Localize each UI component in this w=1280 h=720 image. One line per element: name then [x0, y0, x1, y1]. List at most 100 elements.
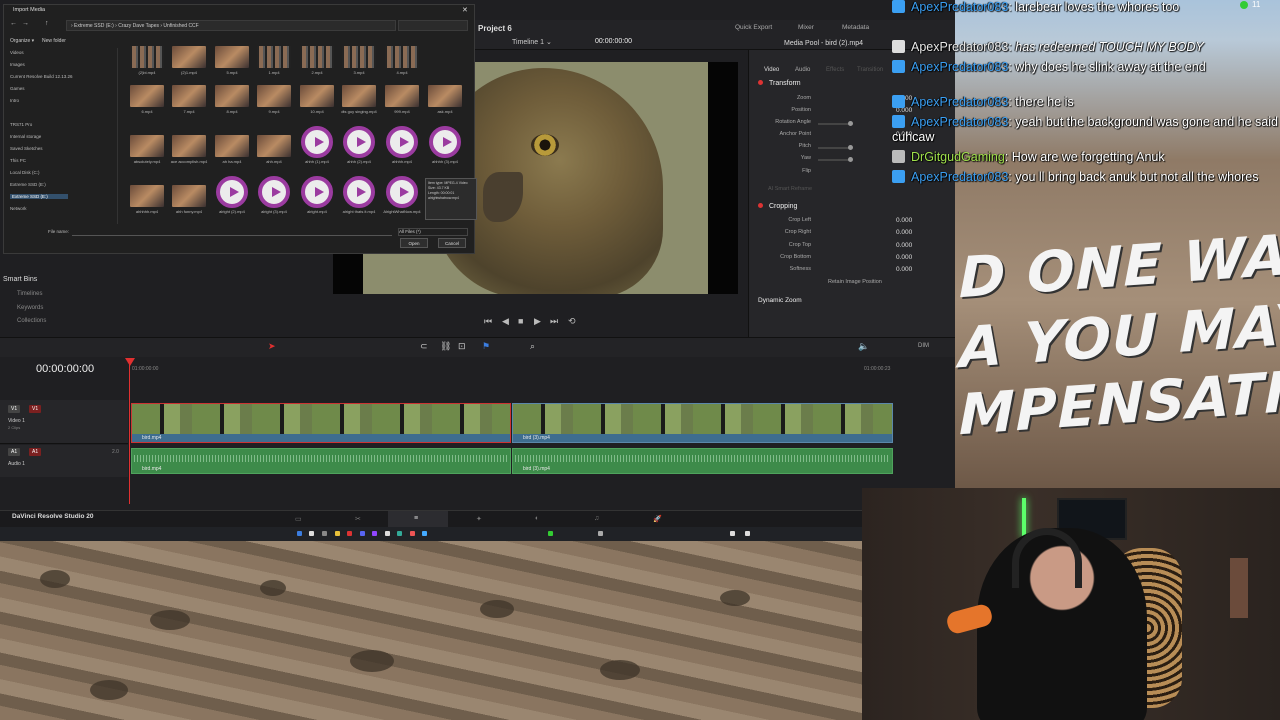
- video-thumbnail[interactable]: [385, 85, 419, 107]
- audio-file-icon[interactable]: [258, 176, 290, 208]
- slider-knob[interactable]: [848, 157, 853, 162]
- prop-value[interactable]: 0.000: [896, 254, 912, 261]
- prop-crop-top[interactable]: Crop Top 0.000: [756, 242, 951, 252]
- resolve-taskbar-icon[interactable]: [598, 531, 603, 536]
- tab-effects[interactable]: Effects: [826, 67, 844, 73]
- file-name[interactable]: (2)1.mp4: [169, 70, 209, 75]
- file-name[interactable]: alright thats it.mp4: [339, 209, 379, 214]
- audio-file-icon[interactable]: [343, 126, 375, 158]
- address-bar[interactable]: › Extreme SSD (E:) › Crazy Dave Tapes › …: [66, 20, 396, 31]
- video-thumbnail[interactable]: [172, 185, 206, 207]
- open-button[interactable]: Open: [400, 238, 428, 248]
- video-thumbnail[interactable]: [342, 85, 376, 107]
- chat-username[interactable]: ApexPredator083: [911, 115, 1008, 129]
- video-thumbnail[interactable]: [257, 46, 291, 68]
- file-name[interactable]: 999.mp4: [382, 109, 422, 114]
- video-thumbnail[interactable]: [215, 85, 249, 107]
- chat-username[interactable]: ApexPredator083: [911, 170, 1008, 184]
- transform-section[interactable]: Transform: [758, 80, 801, 87]
- up-icon[interactable]: ↑: [45, 20, 49, 27]
- color-page-icon[interactable]: ◐: [535, 515, 539, 522]
- file-name[interactable]: ah ha.mp4: [212, 159, 252, 164]
- fusion-page-icon[interactable]: ✦: [476, 515, 482, 523]
- slider-knob[interactable]: [848, 121, 853, 126]
- app-icon[interactable]: [410, 531, 415, 536]
- video-thumbnail[interactable]: [215, 135, 249, 157]
- chat-username[interactable]: DrGitgudGaming: [911, 150, 1005, 164]
- audio-file-icon[interactable]: [301, 126, 333, 158]
- nav-item[interactable]: This PC: [10, 158, 26, 163]
- smart-bin-timelines[interactable]: Timelines: [17, 291, 42, 297]
- slider-knob[interactable]: [848, 145, 853, 150]
- prop-softness[interactable]: Softness 0.000: [756, 266, 951, 276]
- file-name[interactable]: 1.mp4: [254, 70, 294, 75]
- prop-slider[interactable]: [818, 123, 852, 125]
- video-thumbnail[interactable]: [342, 46, 376, 68]
- nav-item[interactable]: Network: [10, 206, 27, 211]
- chat-username[interactable]: ApexPredator083: [911, 95, 1008, 109]
- file-name[interactable]: 2.mp4: [297, 70, 337, 75]
- video-thumbnail[interactable]: [300, 46, 334, 68]
- video-thumbnail[interactable]: [130, 46, 164, 68]
- close-icon[interactable]: ✕: [462, 6, 468, 14]
- dim-button[interactable]: DIM: [918, 343, 929, 349]
- nav-item[interactable]: Intro: [10, 98, 19, 103]
- explorer-icon[interactable]: [335, 531, 340, 536]
- audio-file-icon[interactable]: [386, 176, 418, 208]
- file-name[interactable]: (2)bi.mp4: [127, 70, 167, 75]
- video-clip[interactable]: bird (3).mp4: [512, 403, 893, 443]
- zoom-icon[interactable]: ⌕: [530, 341, 535, 352]
- track-badge[interactable]: A1: [8, 448, 21, 456]
- audio-file-icon[interactable]: [216, 176, 248, 208]
- video-thumbnail[interactable]: [385, 46, 419, 68]
- file-name[interactable]: AlrightWhatNow.mp4: [382, 209, 422, 214]
- file-name[interactable]: 4.mp4: [382, 70, 422, 75]
- start-icon[interactable]: [297, 531, 302, 536]
- flag-icon[interactable]: ⚑: [482, 341, 490, 352]
- video-thumbnail[interactable]: [130, 85, 164, 107]
- volume-icon[interactable]: 🔈: [858, 341, 869, 352]
- loop-icon[interactable]: ⟲: [568, 316, 576, 327]
- tab-transition[interactable]: Transition: [857, 67, 883, 73]
- prop-value[interactable]: 0.000: [896, 242, 912, 249]
- cut-page-icon[interactable]: ✂: [355, 515, 361, 523]
- enable-dot-icon[interactable]: [758, 203, 763, 208]
- quick-export-button[interactable]: Quick Export: [735, 24, 772, 31]
- audio-clip[interactable]: bird.mp4: [131, 448, 511, 474]
- track-badge[interactable]: V1: [8, 405, 21, 413]
- playhead-handle[interactable]: [125, 358, 135, 366]
- file-name[interactable]: ahhh (2).mp4: [339, 159, 379, 164]
- file-name[interactable]: 10.mp4: [297, 109, 337, 114]
- prop-crop-bottom[interactable]: Crop Bottom 0.000: [756, 254, 951, 264]
- playhead[interactable]: [129, 360, 130, 504]
- nav-item[interactable]: Videos: [10, 50, 24, 55]
- nav-item[interactable]: Local Disk (C:): [10, 170, 40, 175]
- nav-item[interactable]: Current Resolve Build 12.13.26: [10, 74, 73, 79]
- timeline-selector[interactable]: Timeline 1 ⌄: [512, 38, 552, 46]
- cancel-button[interactable]: Cancel: [438, 238, 466, 248]
- discord-icon[interactable]: [360, 531, 365, 536]
- audio-file-icon[interactable]: [343, 176, 375, 208]
- chrome-icon[interactable]: [347, 531, 352, 536]
- filename-input[interactable]: [72, 228, 392, 236]
- snapping-icon[interactable]: ⊂: [420, 341, 428, 352]
- fairlight-page-icon[interactable]: ♫: [594, 515, 599, 522]
- prop-crop-left[interactable]: Crop Left 0.000: [756, 217, 951, 227]
- app-icon[interactable]: [422, 531, 427, 536]
- video-thumbnail[interactable]: [428, 85, 462, 107]
- back-icon[interactable]: ←: [10, 20, 17, 27]
- spotify-icon[interactable]: [397, 531, 402, 536]
- file-name[interactable]: absolutely.mp4: [127, 159, 167, 164]
- tab-video[interactable]: Video: [764, 67, 779, 73]
- search-icon[interactable]: [309, 531, 314, 536]
- track-badge[interactable]: V1: [29, 405, 42, 413]
- nav-item[interactable]: Images: [10, 62, 25, 67]
- video-thumbnail[interactable]: [172, 46, 206, 68]
- forward-icon[interactable]: →: [22, 20, 29, 27]
- search-input[interactable]: [398, 20, 468, 31]
- file-name[interactable]: 8.mp4: [212, 109, 252, 114]
- prop-slider[interactable]: [818, 147, 852, 149]
- chat-username[interactable]: ApexPredator083: [911, 0, 1008, 14]
- nav-item[interactable]: Extreme SSD (E:): [10, 194, 68, 199]
- file-name[interactable]: 5.mp4: [212, 70, 252, 75]
